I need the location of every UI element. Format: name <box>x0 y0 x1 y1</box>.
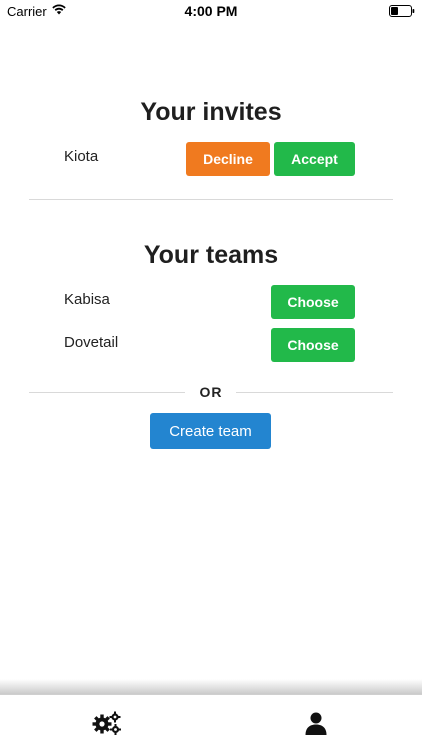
team-name: Dovetail <box>64 334 119 351</box>
or-separator-text: OR <box>199 384 223 400</box>
create-team-button[interactable]: Create team <box>150 413 271 449</box>
teams-title: Your teams <box>143 241 279 269</box>
invite-team-name: Kiota <box>64 148 99 165</box>
tab-bar <box>0 694 422 750</box>
decline-invite-button[interactable]: Decline <box>186 142 270 176</box>
status-bar: Carrier 4:00 PM <box>0 0 422 22</box>
section-divider <box>29 199 393 200</box>
user-icon <box>305 712 327 735</box>
choose-team-button[interactable]: Choose <box>271 285 355 319</box>
tab-settings[interactable] <box>87 705 127 741</box>
battery-icon <box>389 5 415 17</box>
gears-icon <box>92 711 121 735</box>
status-time: 4:00 PM <box>184 3 238 19</box>
accept-invite-button[interactable]: Accept <box>274 142 355 176</box>
tab-profile[interactable] <box>296 705 336 741</box>
choose-team-button[interactable]: Choose <box>271 328 355 362</box>
team-name: Kabisa <box>64 291 110 308</box>
tab-bar-shadow <box>0 679 422 695</box>
invites-title: Your invites <box>140 98 282 126</box>
